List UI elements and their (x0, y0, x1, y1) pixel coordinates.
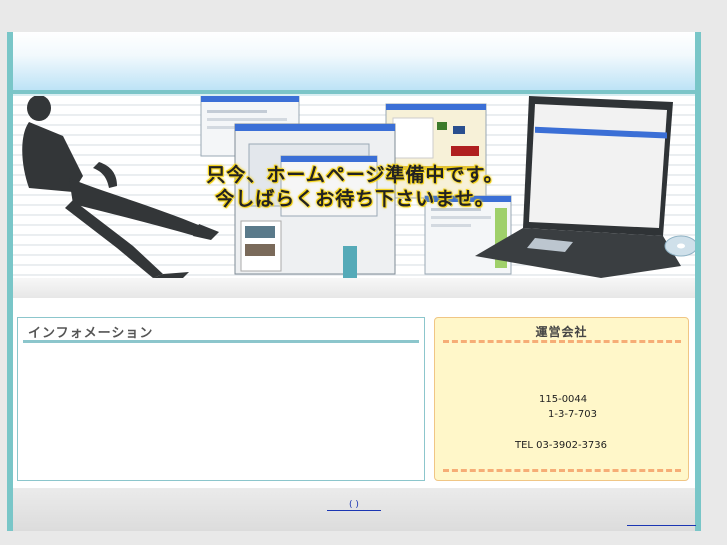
hero-message-line1: 只今、ホームページ準備中です。 (206, 164, 504, 186)
page-frame: 只今、ホームページ準備中です。 今しばらくお待ち下さいませ。 インフォメーション… (7, 32, 701, 531)
information-title: インフォメーション (28, 326, 154, 341)
information-panel: インフォメーション (17, 317, 425, 481)
corner-link[interactable] (627, 524, 696, 526)
dashed-divider (443, 469, 681, 472)
company-title: 運営会社 (535, 325, 588, 339)
information-rule (23, 340, 419, 343)
dashed-divider (443, 340, 681, 343)
hero-shadow-band (13, 278, 695, 298)
footer-link[interactable]: ( ) (327, 500, 381, 511)
company-address: 1-3-7-703 (548, 409, 597, 420)
header-band (13, 32, 695, 90)
company-zip: 115-0044 (539, 394, 588, 405)
hero-message-line2: 今しばらくお待ち下さいませ。 (215, 188, 495, 210)
company-phone: TEL 03-3902-3736 (515, 440, 608, 451)
company-panel: 運営会社 115-0044 1-3-7-703 TEL 03-3902-3736 (434, 317, 689, 481)
decorative-bar (343, 246, 357, 278)
hero-banner: 只今、ホームページ準備中です。 今しばらくお待ち下さいませ。 (13, 96, 695, 278)
